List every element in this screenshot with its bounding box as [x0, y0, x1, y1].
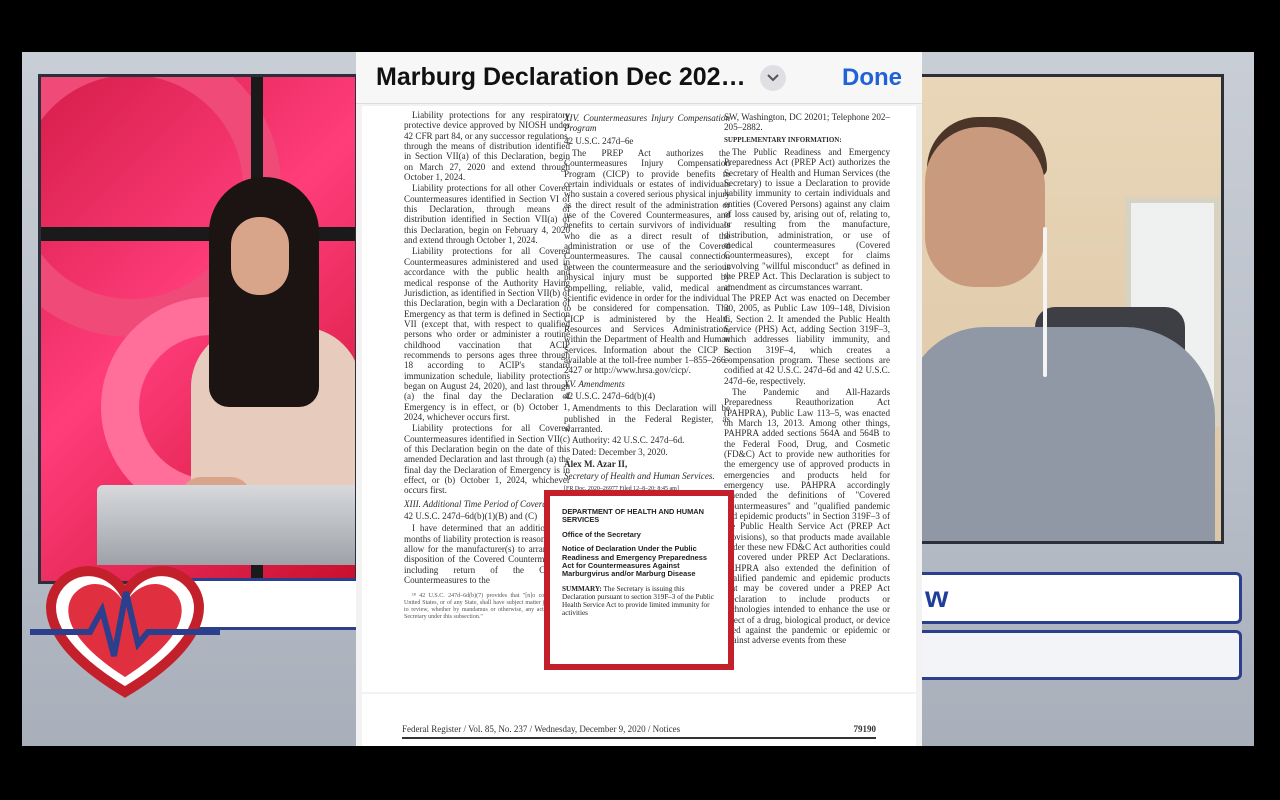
- paragraph: Liability protections for any respirator…: [404, 110, 570, 183]
- box-notice-title: Notice of Declaration Under the Public R…: [562, 544, 708, 579]
- paragraph: The PREP Act was enacted on December 30,…: [724, 292, 890, 386]
- section-heading: XV. Amendments: [564, 378, 625, 389]
- lower-third-bar-right: w: [902, 572, 1242, 624]
- earphone-cable: [1043, 227, 1047, 377]
- next-page-preview[interactable]: Federal Register / Vol. 85, No. 237 / We…: [362, 694, 916, 746]
- paragraph: The Pandemic and All-Hazards Preparednes…: [724, 386, 890, 646]
- viewer-header: Marburg Declaration Dec 202… Done: [356, 52, 922, 104]
- signature-role: Secretary of Health and Human Services.: [564, 471, 715, 482]
- guest-body: [915, 327, 1215, 541]
- box-summary-heading: SUMMARY:: [562, 584, 602, 593]
- guest-head: [925, 127, 1045, 287]
- lower-third-text: w: [925, 581, 949, 614]
- dated-line: Dated: December 3, 2020.: [572, 446, 668, 457]
- document-title: Marburg Declaration Dec 202…: [376, 63, 746, 91]
- supplementary-heading: SUPPLEMENTARY INFORMATION:: [724, 135, 842, 144]
- host-video-feed: [38, 74, 358, 584]
- broadcast-stage: w Marburg Declaration Dec 202… Done Liab…: [22, 52, 1254, 746]
- guest-video-feed: [912, 74, 1224, 544]
- done-button[interactable]: Done: [842, 64, 902, 92]
- chevron-down-icon: [766, 73, 779, 81]
- federal-register-header: Federal Register / Vol. 85, No. 237 / We…: [402, 724, 876, 739]
- highlighted-notice-box: DEPARTMENT OF HEALTH AND HUMAN SERVICES …: [544, 490, 734, 670]
- paragraph: The Public Readiness and Emergency Prepa…: [724, 147, 890, 292]
- section-heading: XIV. Countermeasures Injury Compensation…: [564, 113, 730, 134]
- paragraph: Liability protections for all other Cove…: [404, 183, 570, 246]
- paragraph: Liability protections for all Covered Co…: [404, 423, 570, 496]
- signature-name: Alex M. Azar II,: [564, 459, 628, 469]
- paragraph: Liability protections for all Covered Co…: [404, 246, 570, 422]
- federal-register-citation: Federal Register / Vol. 85, No. 237 / We…: [402, 724, 681, 734]
- host-face: [231, 217, 289, 295]
- lower-third-bar-right-secondary: [902, 630, 1242, 680]
- box-department: DEPARTMENT OF HEALTH AND HUMAN SERVICES: [562, 507, 704, 525]
- citation: 42 U.S.C. 247d–6e: [564, 135, 634, 146]
- title-menu-button[interactable]: [759, 64, 786, 91]
- document-column-2: XIV. Countermeasures Injury Compensation…: [564, 110, 730, 496]
- heart-logo-icon: [30, 566, 220, 698]
- document-column-3: SW, Washington, DC 20201; Telephone 202–…: [724, 110, 890, 647]
- host-person: [181, 177, 355, 527]
- document-viewer: Marburg Declaration Dec 202… Done Liabil…: [356, 52, 922, 746]
- paragraph: The PREP Act authorizes the Countermeasu…: [564, 148, 730, 376]
- box-office: Office of the Secretary: [562, 529, 641, 539]
- authority-line: Authority: 42 U.S.C. 247d–6d.: [572, 435, 685, 446]
- document-page[interactable]: Liability protections for any respirator…: [362, 106, 916, 692]
- citation: 42 U.S.C. 247d–6d(b)(4): [564, 390, 656, 401]
- page-number: 79190: [853, 724, 877, 734]
- paragraph: SW, Washington, DC 20201; Telephone 202–…: [724, 112, 890, 133]
- paragraph: Amendments to this Declaration will be p…: [564, 403, 730, 434]
